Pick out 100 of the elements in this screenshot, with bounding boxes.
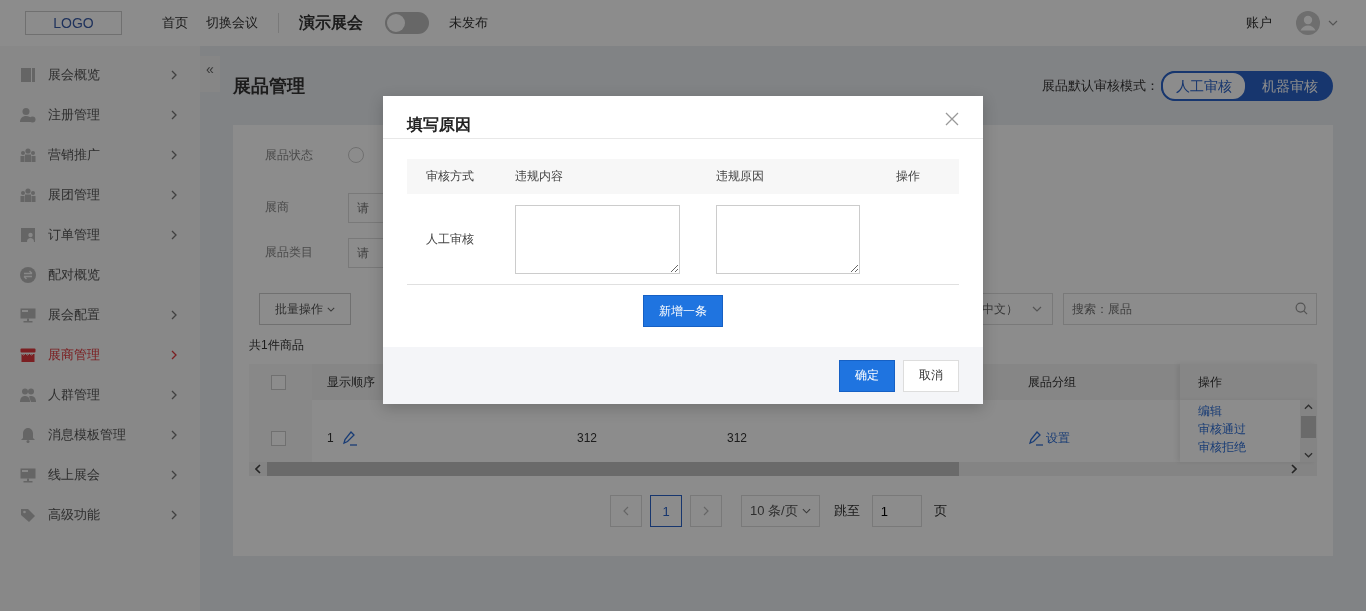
sidebar-label: 配对概览: [48, 266, 101, 284]
sidebar-label: 展会概览: [48, 66, 101, 84]
close-icon[interactable]: [945, 112, 959, 126]
add-row-button[interactable]: 新增一条: [643, 295, 723, 327]
page-title: 展品管理: [233, 74, 305, 98]
sidebar-label: 展商管理: [48, 346, 101, 364]
nav-link[interactable]: 首页: [162, 14, 188, 32]
sidebar-item[interactable]: 展团管理: [0, 175, 200, 215]
menu-icon: [20, 107, 36, 123]
chevron-right-icon: [171, 390, 177, 400]
confirm-button[interactable]: 确定: [839, 359, 895, 392]
horizontal-scrollbar[interactable]: [249, 462, 1317, 476]
column-header: 操作: [896, 168, 921, 185]
chevron-right-icon: [171, 470, 177, 480]
previous-page-button[interactable]: [610, 495, 642, 527]
table-cell-text: 人工审核: [425, 230, 475, 248]
column-header: 操作: [1198, 373, 1222, 391]
collapse-button[interactable]: «: [200, 56, 220, 92]
table-cell: 312: [577, 431, 598, 445]
jump-label: 跳至: [833, 502, 860, 520]
review-mode-label: 展品默认审核模式：: [1042, 76, 1159, 95]
menu-icon: [20, 507, 36, 523]
chevron-right-icon: [171, 350, 177, 360]
sidebar-item[interactable]: 人群管理: [0, 375, 200, 415]
jump-field[interactable]: 1: [871, 495, 922, 527]
column-header: 显示顺序: [327, 373, 375, 391]
chevron-right-icon: [171, 110, 177, 120]
page-size-select[interactable]: 10 条/页: [741, 495, 820, 527]
column-header: 违规内容: [515, 168, 564, 185]
page-button[interactable]: 1: [650, 495, 682, 527]
sidebar-label: 消息模板管理: [48, 426, 127, 444]
caret-icon: [801, 508, 811, 514]
sidebar-label: 高级功能: [48, 506, 101, 524]
checkbox[interactable]: [271, 374, 286, 390]
sidebar-item[interactable]: 配对概览: [0, 255, 200, 295]
account-link[interactable]: 账户: [1246, 14, 1272, 32]
vertical-scrollbar[interactable]: [1300, 400, 1317, 462]
sidebar-label: 线上展会: [48, 466, 101, 484]
menu-icon: [20, 147, 36, 163]
column-header: 违规原因: [716, 168, 765, 185]
sidebar-item[interactable]: 线上展会: [0, 455, 200, 495]
event-title: 演示展会: [299, 12, 363, 33]
menu-icon: [20, 427, 36, 443]
checkbox[interactable]: [271, 430, 286, 446]
search-field[interactable]: 搜索：展品: [1063, 293, 1317, 325]
cancel-button[interactable]: 取消: [903, 359, 959, 392]
chevron-right-icon: [171, 510, 177, 520]
publish-toggle[interactable]: [385, 12, 429, 34]
filter-label: 展品状态: [265, 147, 314, 163]
sidebar-label: 营销推广: [48, 146, 101, 164]
sidebar-item[interactable]: 注册管理: [0, 95, 200, 135]
sidebar-item[interactable]: 消息模板管理: [0, 415, 200, 455]
nav-link[interactable]: 切换会议: [206, 14, 258, 32]
chevron-right-icon: [171, 310, 177, 320]
chevron-right-icon: [171, 190, 177, 200]
menu-icon: [20, 307, 36, 323]
caret-icon: [327, 306, 335, 312]
menu-icon: [20, 227, 36, 243]
sidebar-label: 人群管理: [48, 386, 101, 404]
column-header: 审核方式: [425, 168, 475, 185]
caret-icon[interactable]: [1328, 20, 1338, 26]
action-link[interactable]: 编辑: [1198, 402, 1300, 420]
sidebar-item[interactable]: 订单管理: [0, 215, 200, 255]
search-icon: [1295, 302, 1308, 315]
sidebar-label: 展会配置: [48, 306, 101, 324]
violation-content-field[interactable]: [515, 204, 680, 274]
pencil-icon[interactable]: [341, 430, 358, 446]
sidebar-item[interactable]: 展商管理: [0, 335, 200, 375]
sidebar-item[interactable]: 展会配置: [0, 295, 200, 335]
violation-reason-field[interactable]: [716, 204, 860, 274]
menu-icon: [20, 267, 36, 283]
dialog-title: 填写原因: [407, 114, 471, 135]
sidebar-item[interactable]: 展会概览: [0, 55, 200, 95]
logo[interactable]: LOGO: [25, 11, 122, 35]
item-count: 共1件商品: [249, 337, 305, 354]
table-cell: 312: [727, 431, 748, 445]
chevron-right-icon: [171, 230, 177, 240]
sidebar-label: 注册管理: [48, 106, 101, 124]
chevron-right-icon: [703, 506, 709, 516]
chevron-right-icon: [171, 150, 177, 160]
action-link[interactable]: 审核拒绝: [1198, 438, 1300, 456]
chevron-right-icon: [171, 430, 177, 440]
column-header: 展品分组: [1028, 373, 1076, 391]
batch-dropdown[interactable]: 批量操作: [259, 293, 351, 325]
action-link[interactable]: 审核通过: [1198, 420, 1300, 438]
menu-icon: [20, 387, 36, 403]
page-unit: 页: [933, 502, 947, 520]
filter-label: 展品类目: [265, 244, 314, 261]
sidebar-label: 订单管理: [48, 226, 101, 244]
chevron-right-icon: [171, 70, 177, 80]
sidebar-item[interactable]: 营销推广: [0, 135, 200, 175]
filter-label: 展商: [265, 199, 290, 216]
sidebar-label: 展团管理: [48, 186, 101, 204]
pencil-icon: [1028, 430, 1044, 446]
review-mode-option[interactable]: 人工审核: [1161, 70, 1247, 101]
review-mode-option[interactable]: 机器审核: [1247, 70, 1333, 101]
next-page-button[interactable]: [690, 495, 722, 527]
avatar-icon[interactable]: [1296, 11, 1320, 35]
sidebar-item[interactable]: 高级功能: [0, 495, 200, 535]
group-setting-link[interactable]: 设置: [1028, 429, 1070, 447]
